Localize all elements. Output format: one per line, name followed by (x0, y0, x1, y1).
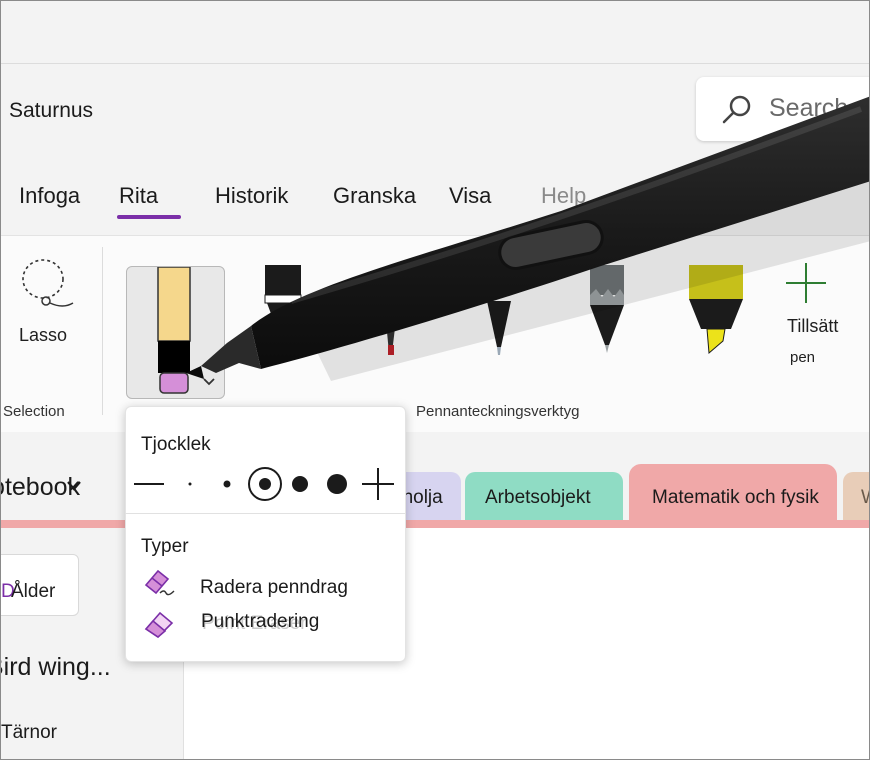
thickness-option-5[interactable] (327, 474, 347, 494)
thickness-option-1[interactable] (188, 482, 192, 486)
ribbon-divider (102, 247, 103, 415)
tab-rita[interactable]: Rita (119, 183, 158, 209)
tab-visa[interactable]: Visa (449, 183, 491, 209)
page-item[interactable]: Tärnor (1, 722, 57, 744)
active-tab-indicator (117, 215, 181, 219)
notebook-title: Saturnus (9, 99, 94, 122)
section-tab-matematik[interactable]: Matematik och fysik (652, 487, 819, 509)
flyout-divider (125, 513, 405, 514)
point-eraser-icon (144, 611, 174, 639)
search-input[interactable]: Search (769, 94, 848, 123)
tab-historik[interactable]: Historik (215, 183, 288, 209)
section-tab-arbetsobjekt[interactable]: Arbetsobjekt (485, 487, 591, 509)
sort-label: Ålder (11, 581, 56, 602)
app-window: Saturnus Search Infoga Rita Historik Gra… (0, 0, 870, 760)
section-tab-w[interactable]: W (861, 487, 869, 509)
pen-group-label: Pennanteckningsverktyg (416, 403, 580, 420)
stroke-eraser-icon (144, 569, 175, 596)
point-eraser-option[interactable]: Punktradering (201, 611, 319, 633)
add-pen-icon[interactable] (784, 261, 828, 305)
add-pen-sublabel: pen (790, 349, 816, 366)
pen-red-icon[interactable] (379, 301, 403, 361)
pencil-icon[interactable] (587, 265, 627, 357)
add-pen-label[interactable]: Tillsätt (787, 316, 838, 337)
chevron-down-icon[interactable] (202, 377, 216, 387)
thickness-options (134, 467, 394, 501)
pen-fine-icon[interactable] (481, 301, 517, 361)
search-icon (722, 95, 751, 124)
stroke-eraser-option[interactable]: Radera penndrag (200, 577, 348, 599)
tab-granska[interactable]: Granska (333, 183, 416, 209)
thickness-option-4[interactable] (292, 476, 308, 492)
chevron-down-icon[interactable] (65, 479, 83, 493)
thickness-option-2[interactable] (223, 480, 231, 488)
selection-group-label: Selection (3, 403, 65, 420)
page-item[interactable]: Bird wing... (1, 653, 111, 682)
eraser-icon (157, 267, 191, 394)
lasso-label: Lasso (19, 325, 68, 345)
lasso-icon[interactable] (19, 257, 77, 311)
tab-infoga[interactable]: Infoga (19, 183, 80, 209)
highlighter-icon[interactable] (687, 265, 745, 355)
types-heading: Typer (141, 536, 189, 557)
pen-black-icon[interactable] (263, 265, 303, 345)
thickness-heading: Tjocklek (141, 434, 211, 455)
title-bar (1, 1, 869, 64)
tab-help[interactable]: Help (541, 183, 586, 209)
